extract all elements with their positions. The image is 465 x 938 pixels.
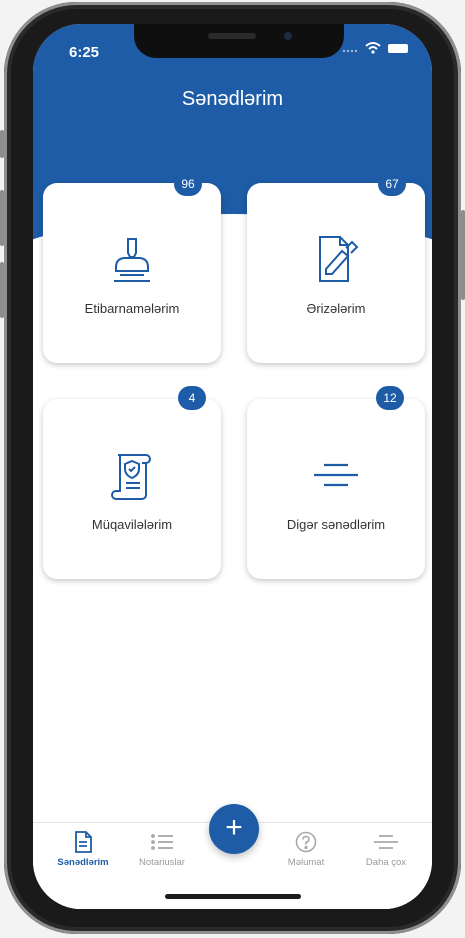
- stamp-icon: [106, 233, 158, 290]
- volume-down-button: [0, 262, 4, 318]
- card-label: Etibarnamələrim: [84, 301, 180, 316]
- add-button[interactable]: +: [209, 804, 259, 854]
- card-label: Müqavilələrim: [91, 517, 173, 532]
- mute-switch: [0, 130, 4, 158]
- card-etibarnamelerim[interactable]: Etibarnamələrim: [43, 183, 221, 363]
- battery-icon: [388, 43, 408, 53]
- menu-lines-icon: [374, 835, 398, 849]
- app-screen: 6:25 Sənədlərim Etibarnamələrim 96 Ərizə…: [33, 24, 432, 909]
- lines-icon: [310, 449, 362, 506]
- count-badge: 12: [376, 386, 404, 410]
- status-icons: [342, 42, 408, 54]
- notch: [134, 24, 344, 58]
- count-badge: 96: [174, 172, 202, 196]
- tab-daha-cox[interactable]: Daha çox: [346, 831, 426, 868]
- power-button: [461, 210, 465, 300]
- front-camera: [284, 32, 292, 40]
- home-indicator[interactable]: [165, 894, 301, 899]
- document-icon: [75, 831, 92, 853]
- list-icon: [151, 834, 173, 850]
- tab-senedlerim[interactable]: Sənədlərim: [43, 831, 123, 868]
- tab-label: Notariuslar: [139, 857, 185, 868]
- wifi-icon: [365, 42, 381, 54]
- speaker-grille: [208, 33, 256, 39]
- tab-melumat[interactable]: Məlumat: [266, 831, 346, 868]
- volume-up-button: [0, 190, 4, 246]
- card-label: Ərizələrim: [306, 301, 366, 316]
- count-badge: 4: [178, 386, 206, 410]
- card-muqavilelerim[interactable]: Müqavilələrim: [43, 399, 221, 579]
- contract-scroll-icon: [106, 449, 158, 506]
- help-circle-icon: [295, 831, 317, 853]
- tab-label: Daha çox: [365, 857, 407, 868]
- signal-icon: [342, 49, 358, 53]
- status-time: 6:25: [69, 44, 100, 61]
- tab-label: Sənədlərim: [57, 857, 109, 868]
- page-title: Sənədlərim: [181, 88, 284, 110]
- card-label: Digər sənədlərim: [286, 517, 386, 532]
- card-erizelerim[interactable]: Ərizələrim: [247, 183, 425, 363]
- count-badge: 67: [378, 172, 406, 196]
- tab-notariuslar[interactable]: Notariuslar: [122, 831, 202, 868]
- tab-label: Məlumat: [287, 857, 325, 868]
- card-diger-senedlerim[interactable]: Digər sənədlərim: [247, 399, 425, 579]
- document-edit-icon: [310, 233, 362, 290]
